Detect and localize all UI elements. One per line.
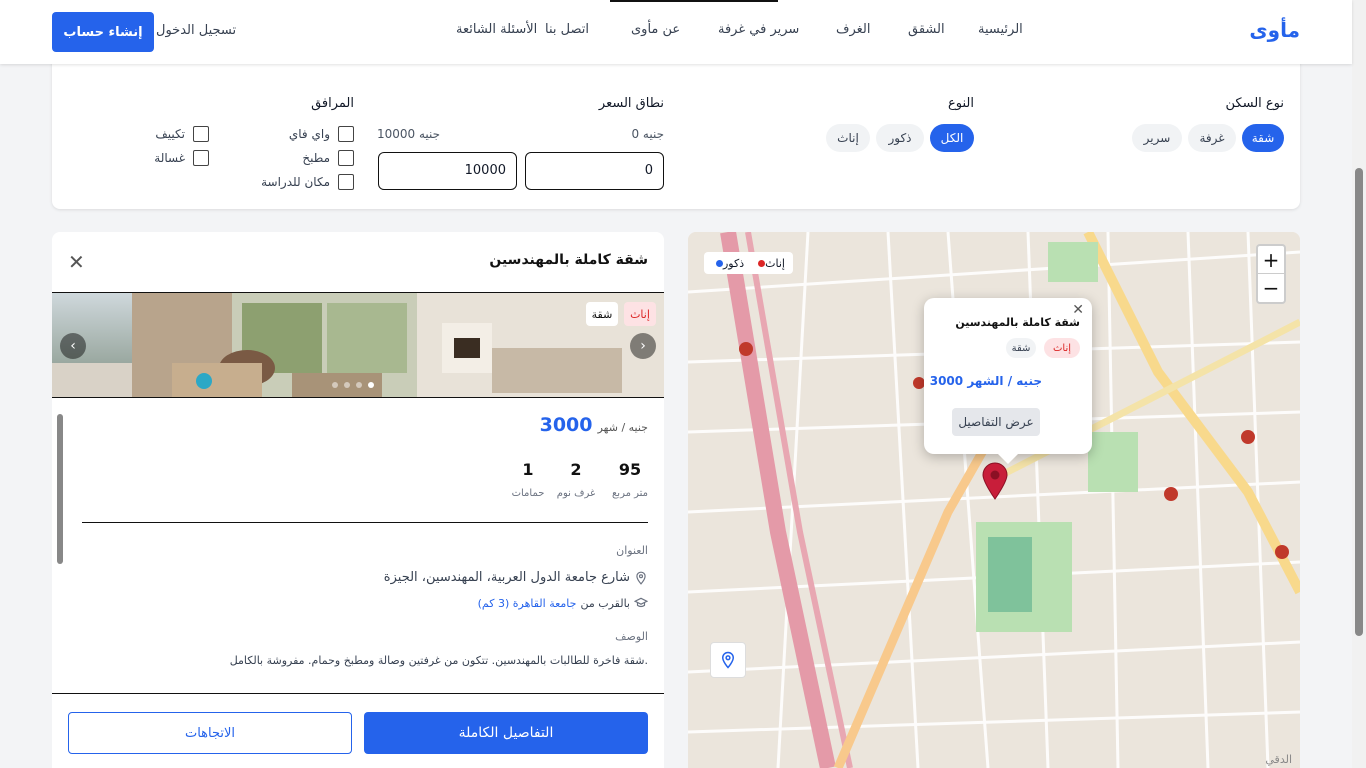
nav-faq[interactable]: الأسئلة الشائعة bbox=[456, 22, 537, 37]
active-indicator bbox=[610, 0, 778, 2]
chip-bed[interactable]: سرير bbox=[1132, 124, 1182, 152]
gallery-dot[interactable] bbox=[344, 382, 350, 388]
listing-title: شقة كاملة بالمهندسين bbox=[489, 252, 648, 268]
price: جنيه / شهر 3000 bbox=[540, 414, 648, 436]
price-unit: جنيه / شهر bbox=[597, 421, 648, 434]
checkbox-ac[interactable] bbox=[193, 126, 209, 142]
address: شارع جامعة الدول العربية، المهندسين، الج… bbox=[384, 570, 648, 585]
gender-title: النوع bbox=[948, 96, 974, 111]
label-study: مكان للدراسة bbox=[261, 175, 330, 189]
label-kitchen: مطبخ bbox=[302, 151, 330, 165]
checkbox-washer[interactable] bbox=[193, 150, 209, 166]
label-wifi: واي فاي bbox=[288, 127, 330, 141]
popup-badge-gender: إناث bbox=[1044, 338, 1080, 358]
map-view[interactable]: ذكور إناث + − ✕ شقة كاملة بالمهندسين إنا… bbox=[688, 232, 1300, 768]
nav-bed-in-room[interactable]: سرير في غرفة bbox=[718, 22, 799, 37]
close-icon[interactable]: ✕ bbox=[68, 250, 85, 274]
gallery-next-button[interactable]: › bbox=[630, 333, 656, 359]
gallery-dots[interactable] bbox=[332, 382, 374, 388]
popup-price: 3000 جنيه / الشهر bbox=[929, 374, 1042, 388]
checkbox-wifi[interactable] bbox=[338, 126, 354, 142]
brand-logo[interactable]: مأوى bbox=[1249, 18, 1300, 42]
price-min-input[interactable]: 0 bbox=[525, 152, 664, 190]
chip-room[interactable]: غرفة bbox=[1188, 124, 1236, 152]
nav-home[interactable]: الرئيسية bbox=[978, 22, 1023, 37]
scrollbar-thumb[interactable] bbox=[57, 414, 63, 564]
chip-female[interactable]: إناث bbox=[826, 124, 870, 152]
male-dot-icon bbox=[716, 260, 723, 267]
price-range-title: نطاق السعر bbox=[598, 96, 664, 111]
gallery-dot[interactable] bbox=[368, 382, 374, 388]
price-min-label: 0 جنيه bbox=[631, 127, 664, 141]
details-scroll-area[interactable]: جنيه / شهر 3000 95 متر مربع 2 غرف نوم 1 … bbox=[52, 398, 664, 694]
full-details-button[interactable]: التفاصيل الكاملة bbox=[364, 712, 648, 754]
map-pin-icon bbox=[721, 651, 735, 669]
chip-all[interactable]: الكل bbox=[930, 124, 974, 152]
chip-male[interactable]: ذكور bbox=[876, 124, 924, 152]
price-value: 3000 bbox=[539, 414, 593, 436]
address-label: العنوان bbox=[616, 544, 648, 557]
nav-contact[interactable]: اتصل بنا bbox=[545, 22, 589, 37]
nav-apartments[interactable]: الشقق bbox=[908, 22, 945, 37]
locate-me-button[interactable] bbox=[710, 642, 746, 678]
checkbox-study[interactable] bbox=[338, 174, 354, 190]
label-washer: غسالة bbox=[154, 151, 185, 165]
filters-panel: نوع السكن شقة غرفة سرير النوع الكل ذكور … bbox=[52, 44, 1300, 209]
page-scrollbar-thumb[interactable] bbox=[1355, 168, 1363, 636]
gallery-badge-type: شقة bbox=[586, 302, 618, 326]
listing-details-panel: شقة كاملة بالمهندسين ✕ ‹ › إناث شقة جنيه… bbox=[52, 232, 664, 768]
price-max-label: 10000 جنيه bbox=[377, 127, 441, 141]
location-marker-icon[interactable] bbox=[982, 462, 1008, 500]
chip-apartment[interactable]: شقة bbox=[1242, 124, 1284, 152]
stat-bathrooms-label: حمامات bbox=[511, 488, 545, 499]
image-gallery[interactable]: ‹ › إناث شقة bbox=[52, 292, 664, 398]
checkbox-kitchen[interactable] bbox=[338, 150, 354, 166]
graduation-cap-icon bbox=[634, 597, 648, 608]
legend-female: إناث bbox=[754, 257, 785, 270]
popup-view-details-button[interactable]: عرض التفاصيل bbox=[952, 408, 1040, 436]
legend-male: ذكور bbox=[712, 257, 744, 270]
housing-type-title: نوع السكن bbox=[1225, 96, 1284, 111]
description-text: شقة فاخرة للطالبات بالمهندسين. تتكون من … bbox=[229, 654, 648, 667]
popup-badge-type: شقة bbox=[1006, 338, 1036, 358]
nearby-university: جامعة القاهرة (3 كم) بالقرب من bbox=[478, 596, 648, 610]
description-label: الوصف bbox=[615, 630, 648, 643]
zoom-control: + − bbox=[1256, 244, 1286, 304]
nav-rooms[interactable]: الغرف bbox=[836, 22, 871, 37]
gallery-dot[interactable] bbox=[332, 382, 338, 388]
zoom-in-button[interactable]: + bbox=[1258, 246, 1284, 274]
signup-button[interactable]: إنشاء حساب bbox=[52, 12, 154, 52]
location-icon bbox=[636, 571, 646, 585]
page-scrollbar[interactable] bbox=[1352, 0, 1366, 768]
gallery-badge-gender: إناث bbox=[624, 302, 656, 326]
stat-bathrooms-value: 1 bbox=[522, 460, 534, 479]
directions-button[interactable]: الاتجاهات bbox=[68, 712, 352, 754]
login-link[interactable]: تسجيل الدخول bbox=[156, 23, 236, 38]
map-popup: ✕ شقة كاملة بالمهندسين إناث شقة 3000 جني… bbox=[924, 298, 1092, 454]
details-scrollbar[interactable] bbox=[54, 398, 66, 690]
stat-area-value: 95 bbox=[618, 460, 642, 479]
gallery-prev-button[interactable]: ‹ bbox=[60, 333, 86, 359]
map-label: الدقي bbox=[1265, 753, 1292, 766]
zoom-out-button[interactable]: − bbox=[1258, 274, 1284, 302]
nav-about[interactable]: عن مأوى bbox=[631, 22, 680, 37]
map-legend: ذكور إناث bbox=[704, 252, 793, 274]
popup-title: شقة كاملة بالمهندسين bbox=[955, 316, 1080, 329]
amenities-title: المرافق bbox=[311, 96, 354, 111]
stat-area-label: متر مربع bbox=[611, 488, 649, 499]
divider bbox=[82, 522, 648, 523]
price-max-input[interactable]: 10000 bbox=[378, 152, 517, 190]
gallery-dot[interactable] bbox=[356, 382, 362, 388]
top-navbar: مأوى الرئيسية الشقق الغرف سرير في غرفة ع… bbox=[0, 0, 1352, 64]
label-ac: تكييف bbox=[155, 127, 185, 141]
